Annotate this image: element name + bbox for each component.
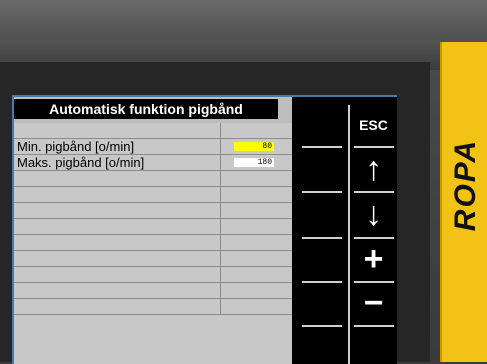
table-row: [14, 187, 292, 203]
table-row: [14, 299, 292, 315]
max-pigband-value[interactable]: 180: [234, 158, 274, 167]
settings-panel: Automatisk funktion pigbånd Min. pigbånd…: [14, 97, 292, 364]
title-bar: Automatisk funktion pigbånd: [14, 97, 292, 123]
value-cell: [220, 123, 292, 139]
softkey-separator-left: [302, 146, 342, 148]
table-row: [14, 251, 292, 267]
arrow-down-icon[interactable]: ↓: [350, 194, 397, 234]
table-row: [14, 267, 292, 283]
min-pigband-value[interactable]: 80: [234, 142, 274, 151]
value-cell: [220, 267, 292, 283]
table-row: [14, 283, 292, 299]
value-cell: [220, 299, 292, 315]
softkey-separator-right: [354, 191, 394, 193]
value-cell: [220, 171, 292, 187]
minus-icon[interactable]: −: [350, 283, 397, 323]
softkey-separator-left: [302, 325, 342, 327]
table-row: [14, 219, 292, 235]
table-row: [14, 203, 292, 219]
softkey-separator-right: [354, 146, 394, 148]
display-screen: Automatisk funktion pigbånd Min. pigbånd…: [12, 95, 397, 364]
softkey-separator-left: [302, 281, 342, 283]
row-label: Min. pigbånd [o/min]: [17, 139, 135, 154]
softkey-bar: ESC ↑ ↓ + −: [292, 97, 397, 364]
value-cell: [220, 187, 292, 203]
table-row: [14, 171, 292, 187]
softkey-separator-right: [354, 325, 394, 327]
page-title: Automatisk funktion pigbånd: [14, 99, 278, 119]
esc-button[interactable]: ESC: [350, 105, 397, 145]
table-row: [14, 235, 292, 251]
terminal-housing: ROPA Automatisk funktion pigbånd Min. pi…: [0, 0, 487, 364]
softkey-separator-left: [302, 191, 342, 193]
row-label: Maks. pigbånd [o/min]: [17, 155, 145, 170]
value-cell: 180: [220, 155, 292, 171]
value-cell: 80: [220, 139, 292, 155]
softkey-separator-left: [302, 237, 342, 239]
value-cell: [220, 235, 292, 251]
setting-row-min-pigband[interactable]: Min. pigbånd [o/min] 80: [14, 139, 292, 155]
value-cell: [220, 251, 292, 267]
ropa-logo-text: ROPA: [449, 138, 483, 232]
value-cell: [220, 219, 292, 235]
table-row: [14, 123, 292, 139]
arrow-up-icon[interactable]: ↑: [350, 149, 397, 189]
value-cell: [220, 203, 292, 219]
setting-row-max-pigband[interactable]: Maks. pigbånd [o/min] 180: [14, 155, 292, 171]
plus-icon[interactable]: +: [350, 239, 397, 279]
ropa-logo: ROPA: [446, 100, 486, 270]
value-cell: [220, 283, 292, 299]
